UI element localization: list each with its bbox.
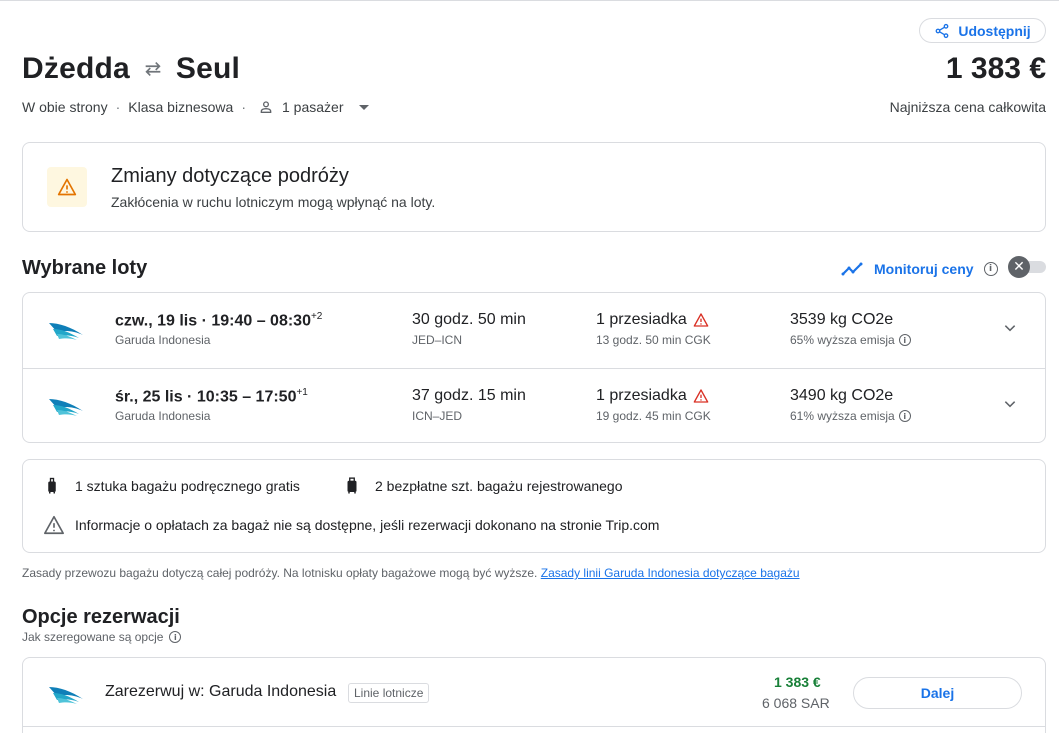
booking-option: Zarezerwuj w: Garuda Indonesia Linie lot… [22, 657, 1046, 733]
co2-emissions: 3539 kg CO2e [790, 311, 894, 328]
stops-text: 1 przesiadka [596, 311, 687, 328]
warning-icon [693, 389, 709, 403]
person-icon [260, 101, 272, 113]
checked-bag-text: 2 bezpłatne szt. bagażu rejestrowanego [375, 478, 623, 494]
route-title: Dżedda Seul [22, 52, 240, 86]
cabin-class: Klasa biznesowa [128, 99, 234, 115]
trip-options: W obie strony · Klasa biznesowa · 1 pasa… [22, 99, 370, 115]
flight-stops: 1 przesiadka [596, 387, 709, 405]
toggle-off-icon: ✕ [1008, 256, 1030, 278]
checked-bag-info: 2 bezpłatne szt. bagażu rejestrowanego [343, 477, 623, 495]
info-icon[interactable]: i [898, 410, 911, 422]
flight-row-return[interactable]: śr., 25 lis · 10:35 – 17:50+1 Garuda Ind… [23, 368, 1045, 443]
flight-route: JED–ICN [412, 333, 463, 347]
passenger-count: 1 pasażer [282, 99, 344, 115]
airline-name: Garuda Indonesia [115, 409, 211, 423]
co2-emissions: 3490 kg CO2e [790, 387, 894, 404]
track-prices[interactable]: Monitoruj ceny i [840, 257, 998, 281]
share-icon [935, 23, 949, 38]
carry-on-bag-icon [48, 477, 56, 494]
separator-dot: · [241, 99, 246, 115]
layover-info: 13 godz. 50 min CGK [596, 333, 711, 347]
booking-provider: Zarezerwuj w: Garuda Indonesia [105, 683, 337, 700]
provider-type-chip: Linie lotnicze [348, 683, 430, 703]
flight-duration: 30 godz. 50 min [412, 311, 526, 328]
flight-duration: 37 godz. 15 min [412, 387, 526, 404]
info-icon[interactable]: i [169, 631, 182, 643]
flight-row-outbound[interactable]: czw., 19 lis · 19:40 – 08:30+2 Garuda In… [23, 293, 1045, 368]
carry-on-info: 1 sztuka bagażu podręcznego gratis [43, 477, 300, 495]
day-offset: +2 [310, 311, 323, 322]
price-note: Najniższa cena całkowita [889, 99, 1046, 115]
total-price: 1 383 € [945, 52, 1046, 85]
baggage-policy-link[interactable]: Zasady linii Garuda Indonesia dotyczące … [541, 566, 800, 580]
stops-text: 1 przesiadka [596, 387, 687, 404]
travel-alert: Zmiany dotyczące podróży Zakłócenia w ru… [22, 142, 1046, 232]
trending-icon [841, 262, 863, 276]
flights-list: czw., 19 lis · 19:40 – 08:30+2 Garuda In… [22, 292, 1046, 443]
share-button[interactable]: Udostępnij [919, 18, 1046, 43]
top-divider [0, 0, 1059, 1]
track-prices-toggle[interactable]: ✕ [1008, 256, 1046, 278]
flight-route: ICN–JED [412, 409, 463, 423]
garuda-logo-icon [49, 323, 83, 340]
carry-on-text: 1 sztuka bagażu podręcznego gratis [75, 478, 300, 494]
divider [23, 726, 1045, 727]
flight-times: czw., 19 lis · 19:40 – 08:30+2 [115, 311, 322, 330]
share-label: Udostępnij [958, 22, 1031, 39]
track-prices-label: Monitoruj ceny [874, 261, 974, 277]
ranking-info[interactable]: Jak szeregowane są opcje i [22, 630, 182, 644]
baggage-fine-print: Zasady przewozu bagażu dotyczą całej pod… [22, 566, 800, 580]
separator-dot: · [115, 99, 121, 115]
day-offset: +1 [296, 387, 308, 398]
continue-button[interactable]: Dalej [853, 677, 1022, 709]
checked-bag-icon [347, 477, 357, 494]
airline-name: Garuda Indonesia [115, 333, 211, 347]
warning-icon [693, 313, 709, 327]
warning-icon [57, 178, 77, 196]
booking-price-local: 6 068 SAR [762, 695, 830, 711]
ranking-info-text: Jak szeregowane są opcje [22, 630, 164, 644]
baggage-warning-text: Informacje o opłatach za bagaż nie są do… [75, 517, 660, 533]
trip-type: W obie strony [22, 99, 108, 115]
origin-city: Dżedda [22, 52, 130, 85]
layover-info: 19 godz. 45 min CGK [596, 409, 711, 423]
booking-price: 1 383 € [774, 674, 821, 690]
round-trip-arrows-icon [145, 61, 161, 77]
emissions-note: 61% wyższa emisja i [790, 409, 911, 423]
emissions-note: 65% wyższa emisja i [790, 333, 911, 347]
baggage-warning: Informacje o opłatach za bagaż nie są do… [43, 514, 659, 536]
chevron-down-icon[interactable] [1003, 321, 1017, 335]
garuda-logo-icon [49, 399, 83, 416]
caret-down-icon [359, 104, 370, 110]
selected-flights-heading: Wybrane loty [22, 257, 148, 279]
garuda-logo-icon [49, 687, 83, 704]
alert-icon-box [47, 167, 87, 207]
flight-times: śr., 25 lis · 10:35 – 17:50+1 [115, 387, 308, 406]
alert-title: Zmiany dotyczące podróży [111, 165, 349, 187]
info-icon[interactable]: i [983, 262, 998, 276]
booking-options-heading: Opcje rezerwacji [22, 606, 180, 628]
info-icon[interactable]: i [898, 334, 911, 346]
chevron-down-icon[interactable] [1003, 397, 1017, 411]
passenger-selector[interactable]: 1 pasażer [258, 99, 370, 115]
flight-times-text: śr., 25 lis · 10:35 – 17:50 [115, 388, 297, 406]
flight-times-text: czw., 19 lis · 19:40 – 08:30 [115, 312, 311, 330]
warning-icon [44, 515, 64, 535]
destination-city: Seul [175, 52, 241, 85]
flight-stops: 1 przesiadka [596, 311, 709, 329]
emissions-text: 65% wyższa emisja [790, 333, 895, 347]
fine-print-text: Zasady przewozu bagażu dotyczą całej pod… [22, 566, 538, 580]
baggage-info: 1 sztuka bagażu podręcznego gratis 2 bez… [22, 459, 1046, 553]
alert-text: Zakłócenia w ruchu lotniczym mogą wpłyną… [111, 194, 436, 210]
emissions-text: 61% wyższa emisja [790, 409, 895, 423]
